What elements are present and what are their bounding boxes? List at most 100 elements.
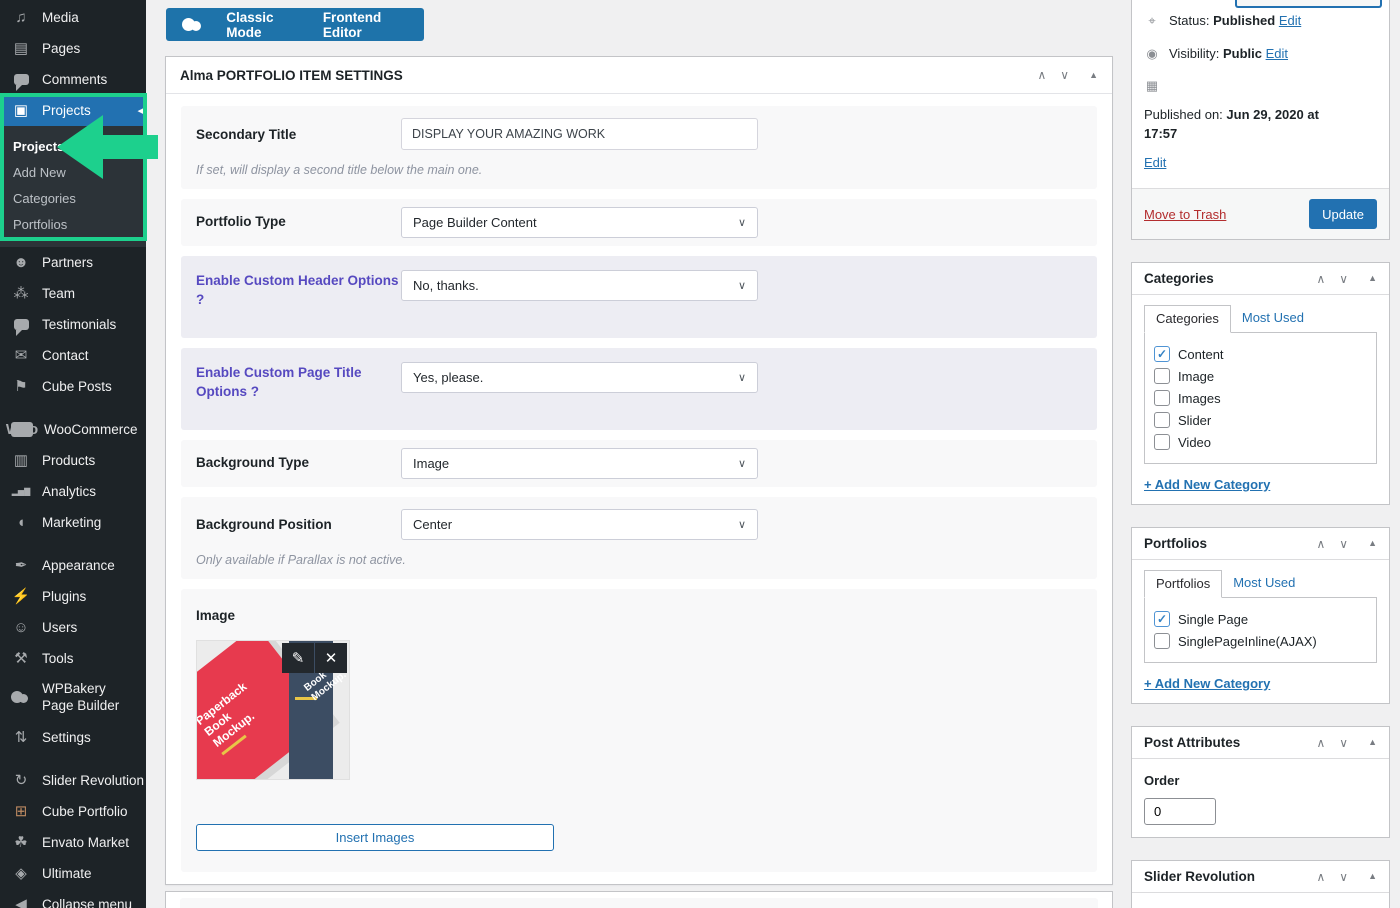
appearance-icon: ✒ (11, 558, 31, 573)
plugins-icon: ⚡ (11, 589, 31, 604)
tab-most-used[interactable]: Most Used (1222, 570, 1306, 597)
background-position-select[interactable]: Center ∨ (401, 509, 758, 540)
sidebar-item-users[interactable]: ☺ Users (0, 612, 146, 643)
sidebar-item-collapse-menu[interactable]: ◀ Collapse menu (0, 889, 146, 908)
move-down-icon[interactable]: ∨ (1339, 871, 1348, 883)
tab-portfolios[interactable]: Portfolios (1144, 570, 1222, 598)
submenu-item-add-new[interactable]: Add New (0, 159, 146, 185)
portfolio-option-singlepageinline[interactable]: SinglePageInline(AJAX) (1154, 630, 1367, 652)
sidebar-item-media[interactable]: ♫ Media (0, 2, 146, 33)
sidebar-item-pages[interactable]: ▤ Pages (0, 33, 146, 64)
checkbox-unchecked[interactable] (1154, 368, 1170, 384)
move-up-icon[interactable]: ∧ (1316, 538, 1325, 550)
category-option-video[interactable]: Video (1154, 431, 1367, 453)
sidebar-item-label: Appearance (42, 558, 115, 573)
sidebar-item-cube-portfolio[interactable]: ⊞ Cube Portfolio (0, 796, 146, 827)
custom-page-title-select[interactable]: Yes, please. ∨ (401, 362, 758, 393)
category-option-image[interactable]: Image (1154, 365, 1367, 387)
move-to-trash-link[interactable]: Move to Trash (1144, 207, 1226, 222)
checkbox-unchecked[interactable] (1154, 633, 1170, 649)
image-thumbnail: Paperback Book Mockup. Book Mockup. ✎ ✕ (196, 640, 350, 780)
secondary-title-input[interactable] (401, 118, 758, 150)
tab-categories[interactable]: Categories (1144, 305, 1231, 333)
sidebar-item-label: Analytics (42, 484, 96, 499)
select-value: Page Builder Content (413, 215, 537, 230)
insert-images-button[interactable]: Insert Images (196, 824, 554, 851)
order-input[interactable] (1144, 798, 1216, 825)
edit-image-button[interactable]: ✎ (282, 643, 314, 673)
eye-icon: ◉ (1144, 44, 1160, 64)
box-title: Categories (1144, 271, 1214, 286)
background-type-select[interactable]: Image ∨ (401, 448, 758, 479)
sidebar-item-comments[interactable]: Comments (0, 64, 146, 95)
sidebar-item-woocommerce[interactable]: Woo WooCommerce (0, 414, 146, 445)
tab-most-used[interactable]: Most Used (1231, 305, 1315, 332)
categories-checklist: ✓ Content Image Images Slider Vide (1144, 332, 1377, 464)
portfolio-type-select[interactable]: Page Builder Content ∨ (401, 207, 758, 238)
category-option-content[interactable]: ✓ Content (1154, 343, 1367, 365)
update-button[interactable]: Update (1309, 199, 1377, 229)
edit-status-link[interactable]: Edit (1279, 13, 1301, 28)
move-down-icon[interactable]: ∨ (1339, 273, 1348, 285)
close-icon: ✕ (325, 649, 338, 667)
sidebar-item-plugins[interactable]: ⚡ Plugins (0, 581, 146, 612)
category-option-slider[interactable]: Slider (1154, 409, 1367, 431)
remove-image-button[interactable]: ✕ (315, 643, 347, 673)
sidebar-item-team[interactable]: ⁂ Team (0, 278, 146, 309)
add-new-category-link[interactable]: + Add New Category (1144, 676, 1270, 691)
sidebar-item-analytics[interactable]: ▂▅▇ Analytics (0, 476, 146, 507)
select-value: Center (413, 517, 452, 532)
submenu-item-categories[interactable]: Categories (0, 185, 146, 211)
add-new-category-link[interactable]: + Add New Category (1144, 477, 1270, 492)
category-option-images[interactable]: Images (1154, 387, 1367, 409)
sidebar-item-contact[interactable]: ✉ Contact (0, 340, 146, 371)
sidebar-item-testimonials[interactable]: Testimonials (0, 309, 146, 340)
main-content: Classic Mode Frontend Editor Alma PORTFO… (146, 0, 1131, 908)
move-down-icon[interactable]: ∨ (1339, 737, 1348, 749)
classic-mode-button[interactable]: Classic Mode (226, 10, 299, 40)
collapse-toggle-icon[interactable]: ▲ (1368, 274, 1377, 283)
move-down-icon[interactable]: ∨ (1339, 538, 1348, 550)
field-label: Image (196, 607, 411, 626)
frontend-editor-button[interactable]: Frontend Editor (323, 10, 408, 40)
sidebar-item-settings[interactable]: ⇅ Settings (0, 722, 146, 753)
move-down-icon[interactable]: ∨ (1060, 69, 1069, 81)
sidebar-item-ultimate[interactable]: ◈ Ultimate (0, 858, 146, 889)
submenu-item-projects[interactable]: Projects (0, 133, 146, 159)
preview-changes-button-partial[interactable] (1235, 0, 1382, 8)
checkbox-unchecked[interactable] (1154, 390, 1170, 406)
sidebar-item-wpbakery[interactable]: WPBakery Page Builder (0, 674, 146, 722)
collapse-toggle-icon[interactable]: ▲ (1368, 872, 1377, 881)
submenu-item-portfolios[interactable]: Portfolios (0, 211, 146, 237)
custom-header-select[interactable]: No, thanks. ∨ (401, 270, 758, 301)
sidebar-item-slider-revolution[interactable]: ↻ Slider Revolution (0, 765, 146, 796)
sidebar-item-label: Team (42, 286, 75, 301)
move-up-icon[interactable]: ∧ (1316, 273, 1325, 285)
checkbox-checked[interactable]: ✓ (1154, 611, 1170, 627)
move-up-icon[interactable]: ∧ (1316, 871, 1325, 883)
sidebar-item-tools[interactable]: ⚒ Tools (0, 643, 146, 674)
portfolio-option-single-page[interactable]: ✓ Single Page (1154, 608, 1367, 630)
edit-visibility-link[interactable]: Edit (1266, 46, 1288, 61)
sidebar-item-label: Slider Revolution (42, 773, 144, 788)
pencil-icon: ✎ (292, 649, 305, 667)
collapse-toggle-icon[interactable]: ▲ (1089, 71, 1098, 80)
collapse-toggle-icon[interactable]: ▲ (1368, 738, 1377, 747)
sidebar-item-cube-posts[interactable]: ⚑ Cube Posts (0, 371, 146, 402)
collapse-toggle-icon[interactable]: ▲ (1368, 539, 1377, 548)
field-label: Background Position (196, 509, 401, 535)
sidebar-item-marketing[interactable]: ◖ Marketing (0, 507, 146, 538)
checkbox-checked[interactable]: ✓ (1154, 346, 1170, 362)
sidebar-item-projects[interactable]: ▣ Projects ◂ (0, 95, 146, 126)
checkbox-unchecked[interactable] (1154, 412, 1170, 428)
sidebar-item-envato-market[interactable]: ☘ Envato Market (0, 827, 146, 858)
sidebar-item-partners[interactable]: ☻ Partners (0, 247, 146, 278)
edit-published-link[interactable]: Edit (1144, 153, 1166, 173)
wp-admin-sidebar: ♫ Media ▤ Pages Comments ▣ Projects ◂ Pr… (0, 0, 146, 908)
move-up-icon[interactable]: ∧ (1037, 69, 1046, 81)
sidebar-item-appearance[interactable]: ✒ Appearance (0, 550, 146, 581)
move-up-icon[interactable]: ∧ (1316, 737, 1325, 749)
sidebar-item-products[interactable]: ▥ Products (0, 445, 146, 476)
checkbox-unchecked[interactable] (1154, 434, 1170, 450)
field-row-secondary-title: Secondary Title If set, will display a s… (181, 106, 1097, 189)
